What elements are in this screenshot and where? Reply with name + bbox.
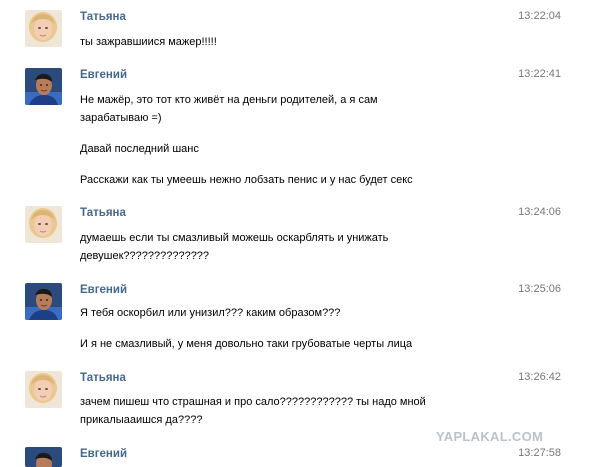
message-time: 13:27:58	[518, 447, 561, 459]
avatar-evgeny[interactable]	[25, 68, 62, 105]
author-name[interactable]: Евгений	[80, 69, 127, 81]
message-text: зачем пишеш что страшная и про сало?????…	[80, 396, 426, 408]
author-name[interactable]: Татьяна	[80, 207, 126, 219]
avatar-tatyana[interactable]	[25, 10, 62, 47]
site-watermark: YAPLAKAL.COM	[436, 429, 544, 444]
avatar-evgeny[interactable]	[25, 447, 62, 467]
avatar-tatyana[interactable]	[25, 371, 62, 408]
message-text: ты зажравшиися мажер!!!!!	[80, 36, 217, 48]
message-text: Расскажи как ты умеешь нежно лобзать пен…	[80, 174, 413, 186]
message-time: 13:25:06	[518, 283, 561, 295]
message-text: прикалыааишся да????	[80, 414, 203, 426]
author-name[interactable]: Евгений	[80, 448, 127, 460]
message-text: И я не смазливый, у меня довольно таки г…	[80, 338, 413, 350]
avatar-evgeny[interactable]	[25, 283, 62, 320]
message-text: Давай последний шанс	[80, 143, 199, 155]
message-text: Я тебя оскорбил или унизил??? каким обра…	[80, 307, 341, 319]
message-text: девушек??????????????	[80, 250, 210, 262]
avatar-tatyana[interactable]	[25, 206, 62, 243]
message-time: 13:24:06	[518, 206, 561, 218]
chat-history: Татьяна 13:22:04 ты зажравшиися мажер!!!…	[0, 0, 600, 467]
message-time: 13:22:41	[518, 68, 561, 80]
message-time: 13:26:42	[518, 371, 561, 383]
message-text: Не мажёр, это тот кто живёт на деньги ро…	[80, 94, 378, 106]
author-name[interactable]: Татьяна	[80, 11, 126, 23]
message-text: зарабатываю =)	[80, 112, 162, 124]
message-text: думаешь если ты смазливый можешь оскарбл…	[80, 232, 389, 244]
author-name[interactable]: Евгений	[80, 284, 127, 296]
author-name[interactable]: Татьяна	[80, 372, 126, 384]
message-time: 13:22:04	[518, 10, 561, 22]
